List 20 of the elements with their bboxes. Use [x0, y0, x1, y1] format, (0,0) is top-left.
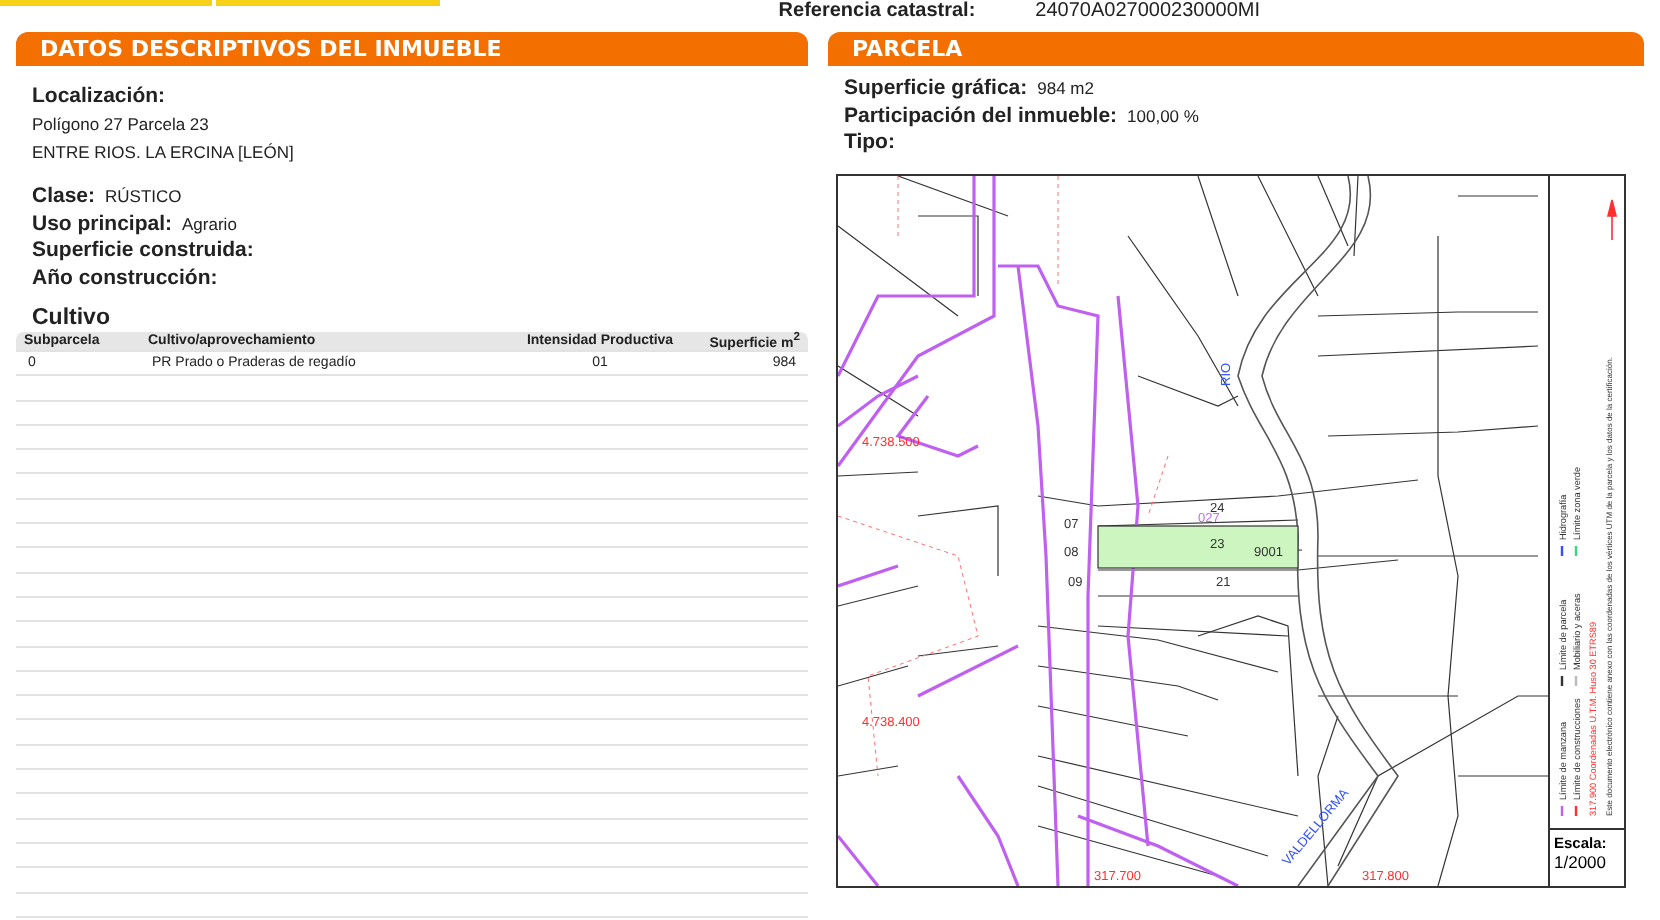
field-value: 100,00 %: [1127, 105, 1199, 125]
field-label: Participación del inmueble:: [844, 103, 1118, 127]
field-label: Superficie gráfica:: [844, 76, 1028, 100]
field-value: Agrario: [182, 213, 237, 233]
field-label: Clase:: [32, 184, 96, 208]
field-value: RÚSTICO: [105, 186, 182, 206]
table-title: Cultivo: [32, 306, 112, 330]
scale-value: 1/2000: [1554, 851, 1608, 871]
location-text: ENTRE RIOS. LA ERCINA [LEÓN]: [32, 141, 294, 161]
field-label: Tipo:: [844, 130, 895, 154]
field-label: Año construcción:: [32, 265, 218, 289]
field-label: Uso principal:: [32, 211, 173, 235]
field-value: 984 m2: [1037, 78, 1094, 98]
section-header: DATOS DESCRIPTIVOS DEL INMUEBLE: [16, 32, 808, 66]
reference-value: 24070A027000230000MI: [1035, 0, 1260, 22]
location-text: Polígono 27 Parcela 23: [32, 114, 209, 134]
location-label: Localización:: [32, 84, 168, 108]
field-label: Superficie construida:: [32, 238, 254, 262]
reference-label: Referencia catastral:: [778, 0, 976, 22]
section-header: PARCELA: [828, 32, 1644, 66]
